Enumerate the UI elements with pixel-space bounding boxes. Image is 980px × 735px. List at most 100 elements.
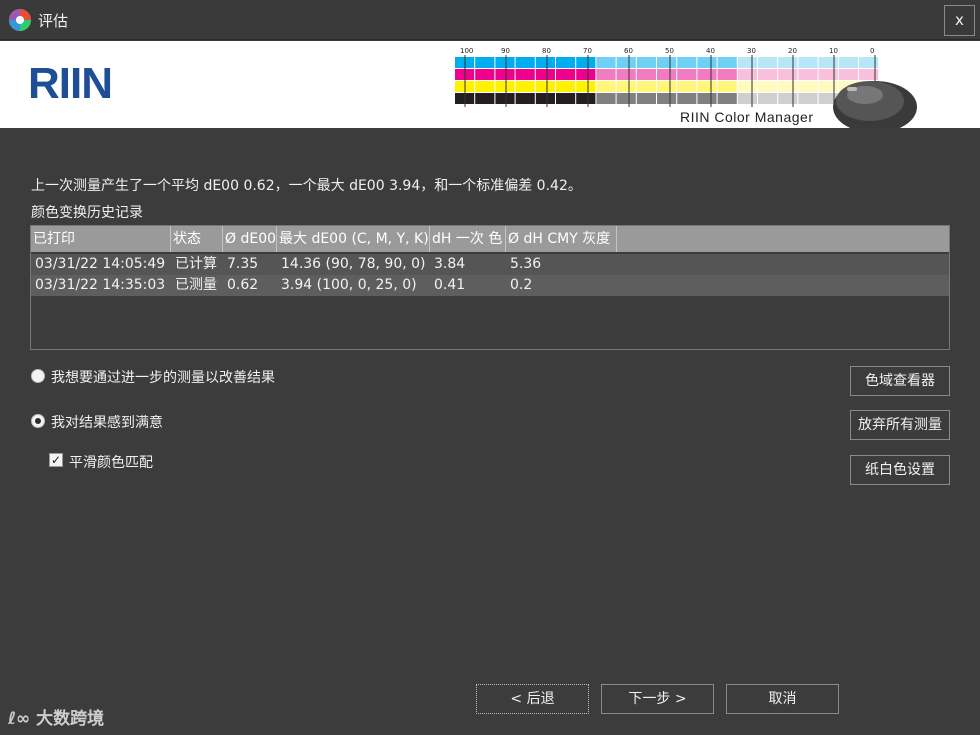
scale-swatch: [515, 57, 535, 68]
cell-dh-gray: 5.36: [510, 256, 542, 272]
scale-swatch: [657, 81, 677, 92]
scale-swatch: [556, 69, 576, 80]
scale-swatch: [677, 93, 697, 104]
scale-swatch: [556, 93, 576, 104]
scale-label: 70: [583, 47, 592, 55]
svg-text:RIIN: RIIN: [28, 60, 112, 102]
banner-caption: RIIN Color Manager: [680, 109, 814, 125]
header-banner: RIIN 100 90 80 70 60 50 40 30 20 10 0 RIIN Color M…: [0, 41, 980, 129]
scale-swatch: [535, 81, 555, 92]
scale-swatch: [495, 93, 515, 104]
paper-white-settings-button[interactable]: 纸白色设置: [850, 455, 950, 485]
scale-swatch: [556, 57, 576, 68]
column-header-filler: [617, 226, 949, 252]
column-header-printed[interactable]: 已打印: [31, 226, 171, 252]
watermark-text: 大数跨境: [36, 709, 105, 729]
scale-swatch: [697, 57, 717, 68]
table-header: 已打印 状态 Ø dE00 最大 dE00 (C, M, Y, K) dH 一次…: [31, 226, 949, 252]
history-table[interactable]: 已打印 状态 Ø dE00 最大 dE00 (C, M, Y, K) dH 一次…: [30, 225, 950, 350]
satisfied-radio-label[interactable]: 我对结果感到满意: [51, 412, 163, 432]
scale-swatch: [576, 57, 596, 68]
scale-swatch: [758, 57, 778, 68]
close-button[interactable]: x: [944, 5, 975, 36]
scale-swatch: [798, 81, 818, 92]
scale-swatch: [596, 69, 616, 80]
discard-all-measurements-button[interactable]: 放弃所有测量: [850, 410, 950, 440]
measurement-device-icon: [833, 81, 917, 129]
column-header-status[interactable]: 状态: [171, 226, 223, 252]
scale-label: 20: [788, 47, 797, 55]
scale-swatch: [475, 93, 495, 104]
scale-label: 0: [870, 47, 874, 55]
column-header-dh-primary[interactable]: dH 一次 色: [430, 226, 506, 252]
scale-swatch: [657, 69, 677, 80]
scale-swatch: [717, 57, 737, 68]
improve-radio[interactable]: [31, 369, 45, 383]
column-header-avg-de00[interactable]: Ø dE00: [223, 226, 277, 252]
cell-max-de00: 3.94 (100, 0, 25, 0): [281, 277, 417, 293]
scale-swatch: [596, 57, 616, 68]
scale-swatch: [737, 57, 757, 68]
title-bar: 评估 x: [0, 0, 980, 40]
scale-swatch: [798, 93, 818, 104]
scale-label: 10: [829, 47, 838, 55]
smooth-matching-checkbox[interactable]: ✓: [49, 453, 63, 467]
scale-label: 80: [542, 47, 551, 55]
scale-swatch: [535, 69, 555, 80]
scale-swatch: [596, 81, 616, 92]
table-row[interactable]: 03/31/22 14:05:49 已计算 7.35 14.36 (90, 78…: [31, 254, 949, 275]
cell-avg-de00: 0.62: [227, 277, 259, 293]
scale-swatch: [778, 57, 798, 68]
cell-printed: 03/31/22 14:05:49: [35, 256, 166, 272]
scale-swatch: [778, 93, 798, 104]
scale-label: 50: [665, 47, 674, 55]
scale-swatch: [495, 69, 515, 80]
scale-swatch: [798, 69, 818, 80]
scale-swatch: [636, 81, 656, 92]
color-scale-graphic: 100 90 80 70 60 50 40 30 20 10 0: [455, 47, 879, 107]
column-header-dh-gray[interactable]: Ø dH CMY 灰度: [506, 226, 617, 252]
back-button[interactable]: < 后退: [476, 684, 589, 714]
scale-swatch: [737, 93, 757, 104]
scale-swatch: [535, 93, 555, 104]
improve-radio-label[interactable]: 我想要通过进一步的测量以改善结果: [51, 367, 275, 387]
scale-label: 30: [747, 47, 756, 55]
scale-swatch: [657, 57, 677, 68]
scale-swatch: [798, 57, 818, 68]
scale-swatch: [515, 69, 535, 80]
next-button[interactable]: 下一步 >: [601, 684, 714, 714]
history-label: 颜色变换历史记录: [31, 205, 143, 221]
scale-swatch: [758, 81, 778, 92]
scale-swatch: [717, 69, 737, 80]
satisfied-radio[interactable]: [31, 414, 45, 428]
scale-swatch: [697, 93, 717, 104]
scale-label: 40: [706, 47, 715, 55]
scale-swatch: [576, 93, 596, 104]
scale-label: 90: [501, 47, 510, 55]
measurement-summary: 上一次测量产生了一个平均 dE00 0.62，一个最大 dE00 3.94，和一…: [31, 178, 582, 194]
cell-dh-primary: 0.41: [434, 277, 466, 293]
scale-swatch: [535, 57, 555, 68]
cancel-button[interactable]: 取消: [726, 684, 839, 714]
scale-swatch: [495, 57, 515, 68]
scale-swatch: [556, 81, 576, 92]
scale-swatch: [596, 93, 616, 104]
scale-swatch: [616, 69, 636, 80]
smooth-matching-label[interactable]: 平滑颜色匹配: [69, 452, 153, 472]
scale-swatch: [495, 81, 515, 92]
cell-max-de00: 14.36 (90, 78, 90, 0): [281, 256, 426, 272]
cell-avg-de00: 7.35: [227, 256, 259, 272]
scale-swatch: [737, 81, 757, 92]
window-title: 评估: [38, 12, 69, 30]
scale-swatch: [616, 81, 636, 92]
scale-swatch: [636, 57, 656, 68]
scale-swatch: [717, 93, 737, 104]
scale-swatch: [677, 69, 697, 80]
scale-swatch: [758, 93, 778, 104]
column-header-max-de00[interactable]: 最大 dE00 (C, M, Y, K): [277, 226, 430, 252]
scale-swatch: [636, 69, 656, 80]
scale-swatch: [515, 81, 535, 92]
scale-swatch: [636, 93, 656, 104]
table-row[interactable]: 03/31/22 14:35:03 已测量 0.62 3.94 (100, 0,…: [31, 275, 949, 296]
gamut-viewer-button[interactable]: 色域查看器: [850, 366, 950, 396]
